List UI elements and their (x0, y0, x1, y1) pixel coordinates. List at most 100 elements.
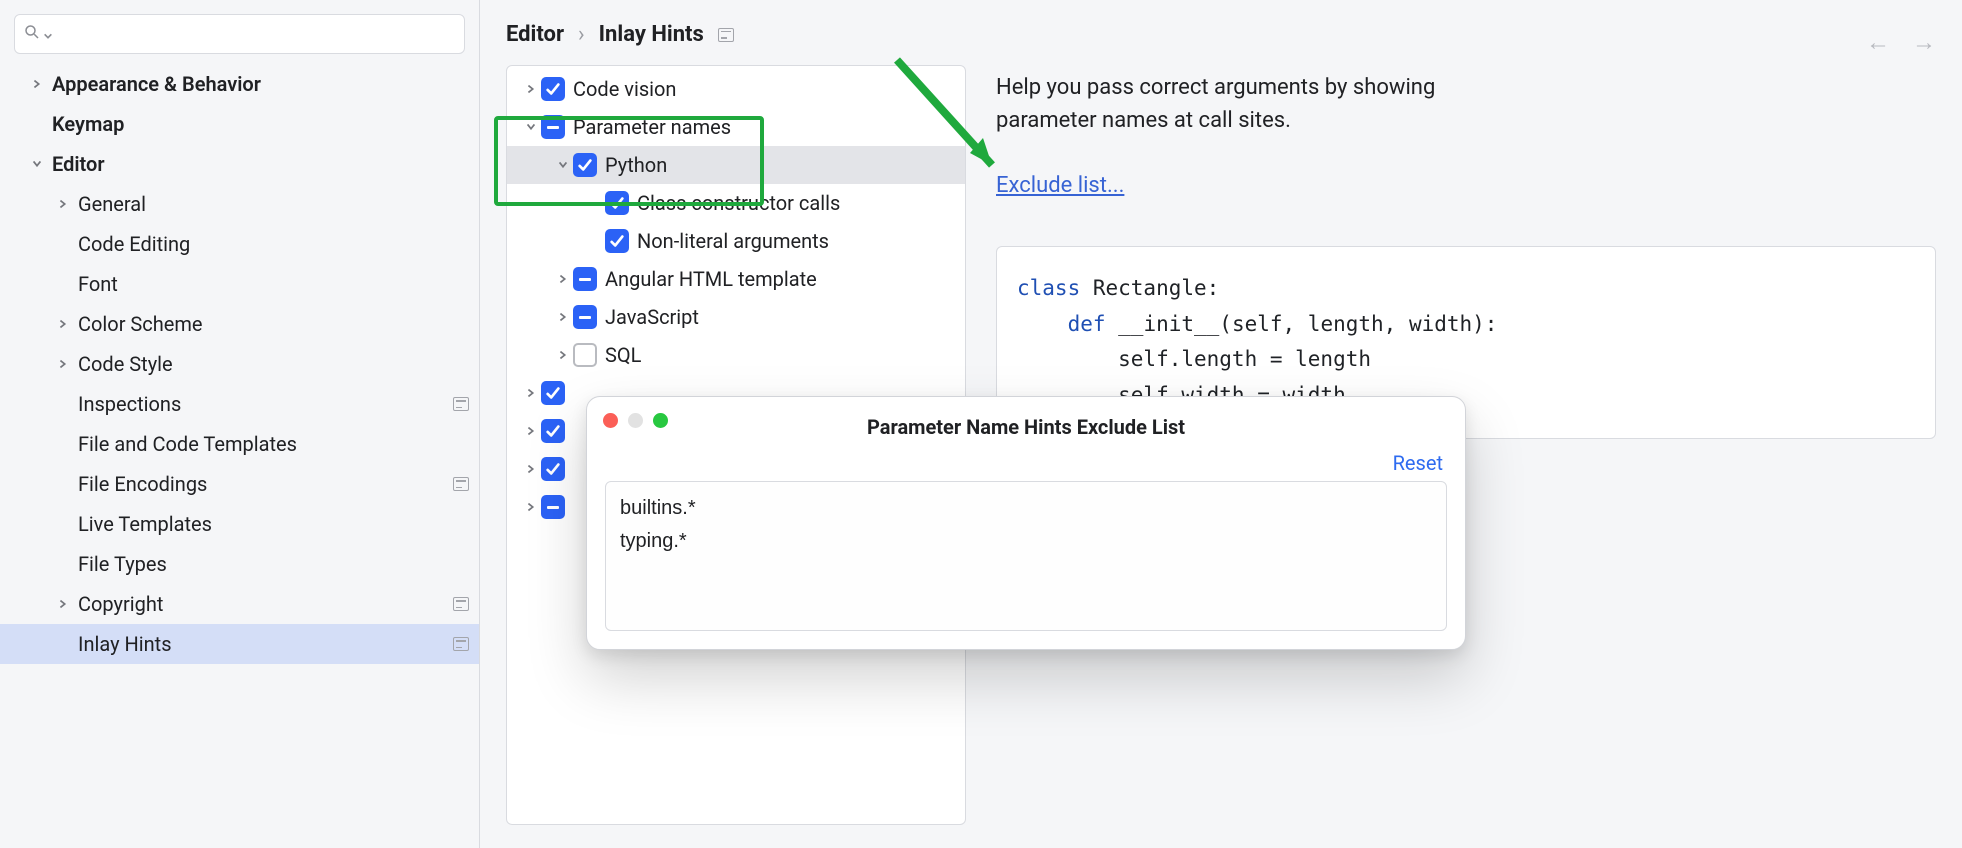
chevron-right-icon[interactable] (28, 78, 46, 90)
window-maximize-button[interactable] (653, 413, 668, 428)
module-badge-icon (453, 477, 469, 491)
sidebar-item[interactable]: Code Style (0, 344, 479, 384)
chevron-right-icon[interactable] (521, 463, 541, 475)
exclude-list-textarea[interactable]: builtins.*typing.* (605, 481, 1447, 631)
module-badge-icon (718, 28, 734, 42)
tree-row[interactable]: SQL (507, 336, 965, 374)
breadcrumb-root[interactable]: Editor (506, 22, 564, 47)
settings-tree[interactable]: Appearance & Behavior Keymap Editor General… (0, 64, 479, 848)
tree-row[interactable]: •Class constructor calls (507, 184, 965, 222)
chevron-down-icon (41, 22, 53, 46)
chevron-down-icon[interactable] (28, 158, 46, 170)
checkbox[interactable] (541, 457, 565, 481)
tree-item-label: Angular HTML template (605, 267, 817, 291)
sidebar-item[interactable]: File Encodings (0, 464, 479, 504)
tree-row[interactable]: Parameter names (507, 108, 965, 146)
tree-item-label: Class constructor calls (637, 191, 840, 215)
sidebar-item[interactable]: Appearance & Behavior (0, 64, 479, 104)
chevron-right-icon[interactable] (521, 83, 541, 95)
chevron-right-icon[interactable] (553, 349, 573, 361)
sidebar-item-label: Keymap (52, 112, 469, 136)
chevron-right-icon[interactable] (54, 198, 72, 210)
tree-item-label: Code vision (573, 77, 676, 101)
module-badge-icon (453, 637, 469, 651)
checkbox[interactable] (541, 115, 565, 139)
exclude-list-link[interactable]: Exclude list... (996, 173, 1124, 198)
sidebar-item[interactable]: Code Editing (0, 224, 479, 264)
hint-description: Help you pass correct arguments by showi… (996, 71, 1516, 137)
sidebar-item-label: Inspections (78, 392, 447, 416)
module-badge-icon (453, 397, 469, 411)
sidebar-item-label: Font (78, 272, 469, 296)
tree-item-label: JavaScript (605, 305, 699, 329)
sidebar-item[interactable]: Editor (0, 144, 479, 184)
checkbox[interactable] (541, 419, 565, 443)
tree-item-label: Non-literal arguments (637, 229, 829, 253)
sidebar-item[interactable]: Inspections (0, 384, 479, 424)
dialog-title: Parameter Name Hints Exclude List (587, 397, 1465, 447)
sidebar-item-label: Code Editing (78, 232, 469, 256)
exclude-pattern: typing.* (620, 525, 1432, 558)
tree-row[interactable]: Python (507, 146, 965, 184)
chevron-right-icon[interactable] (553, 311, 573, 323)
sidebar-item[interactable]: Copyright (0, 584, 479, 624)
sidebar-item[interactable]: Live Templates (0, 504, 479, 544)
sidebar-item-label: Appearance & Behavior (52, 72, 469, 96)
forward-button[interactable]: → (1912, 30, 1936, 54)
search-icon (23, 22, 41, 46)
sidebar-item-label: Code Style (78, 352, 469, 376)
window-close-button[interactable] (603, 413, 618, 428)
sidebar-item-label: File and Code Templates (78, 432, 469, 456)
tree-row[interactable]: Angular HTML template (507, 260, 965, 298)
exclude-pattern: builtins.* (620, 492, 1432, 525)
window-minimize-button[interactable] (628, 413, 643, 428)
checkbox[interactable] (605, 229, 629, 253)
settings-search-input[interactable] (14, 14, 465, 54)
breadcrumb-leaf: Inlay Hints (599, 22, 704, 47)
back-button[interactable]: ← (1866, 30, 1890, 54)
sidebar-item[interactable]: File and Code Templates (0, 424, 479, 464)
sidebar-item-label: Editor (52, 152, 469, 176)
tree-row[interactable]: •Non-literal arguments (507, 222, 965, 260)
module-badge-icon (453, 597, 469, 611)
sidebar-item-label: File Encodings (78, 472, 447, 496)
sidebar-item-label: General (78, 192, 469, 216)
chevron-right-icon: › (578, 22, 585, 47)
tree-item-label: SQL (605, 343, 641, 367)
chevron-right-icon[interactable] (54, 318, 72, 330)
sidebar-item-label: File Types (78, 552, 469, 576)
checkbox[interactable] (573, 343, 597, 367)
exclude-list-dialog[interactable]: Parameter Name Hints Exclude List Reset … (586, 396, 1466, 650)
chevron-right-icon[interactable] (521, 501, 541, 513)
checkbox[interactable] (541, 381, 565, 405)
tree-item-label: Parameter names (573, 115, 731, 139)
checkbox[interactable] (541, 77, 565, 101)
chevron-right-icon[interactable] (521, 387, 541, 399)
sidebar-item[interactable]: Inlay Hints (0, 624, 479, 664)
sidebar-item-label: Copyright (78, 592, 447, 616)
checkbox[interactable] (573, 267, 597, 291)
search-field[interactable] (59, 23, 456, 46)
sidebar-item[interactable]: File Types (0, 544, 479, 584)
sidebar-item[interactable]: Color Scheme (0, 304, 479, 344)
chevron-right-icon[interactable] (54, 598, 72, 610)
sidebar-item[interactable]: General (0, 184, 479, 224)
chevron-down-icon[interactable] (553, 159, 573, 171)
sidebar-item[interactable]: Font (0, 264, 479, 304)
reset-link[interactable]: Reset (1393, 451, 1443, 475)
tree-row[interactable]: Code vision (507, 70, 965, 108)
tree-row[interactable]: JavaScript (507, 298, 965, 336)
checkbox[interactable] (605, 191, 629, 215)
checkbox[interactable] (573, 153, 597, 177)
chevron-right-icon[interactable] (553, 273, 573, 285)
sidebar-item-label: Color Scheme (78, 312, 469, 336)
chevron-down-icon[interactable] (521, 121, 541, 133)
breadcrumb: Editor › Inlay Hints (506, 22, 1936, 47)
tree-item-label: Python (605, 153, 667, 177)
chevron-right-icon[interactable] (521, 425, 541, 437)
checkbox[interactable] (541, 495, 565, 519)
checkbox[interactable] (573, 305, 597, 329)
sidebar-item-label: Inlay Hints (78, 632, 447, 656)
sidebar-item[interactable]: Keymap (0, 104, 479, 144)
chevron-right-icon[interactable] (54, 358, 72, 370)
